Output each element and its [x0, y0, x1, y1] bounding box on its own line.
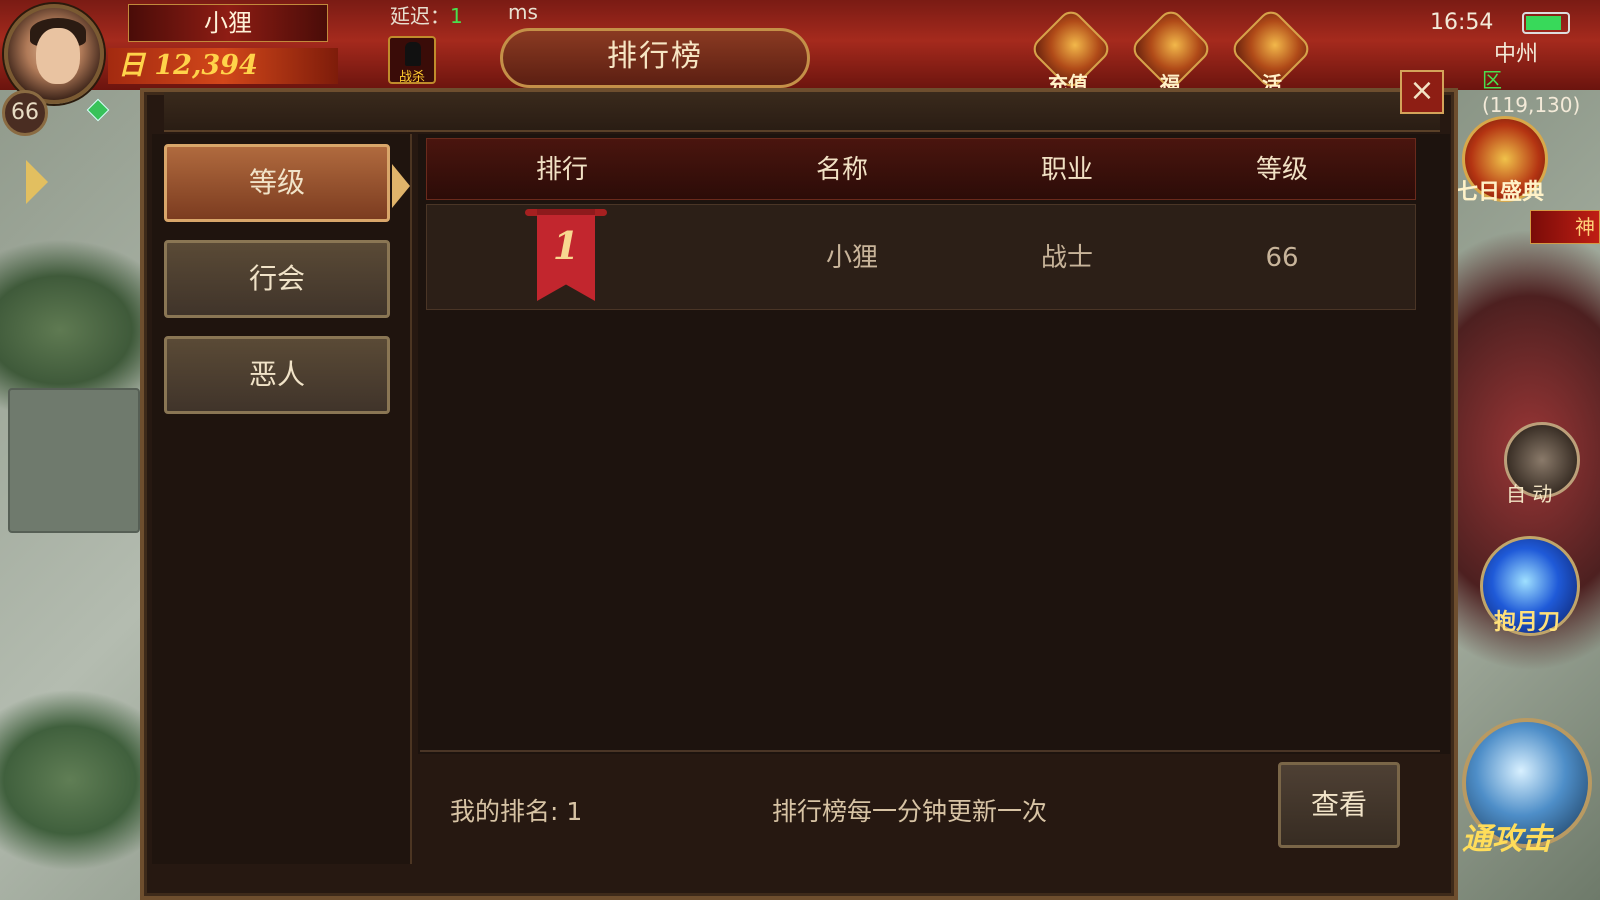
pk-mode-icon[interactable]: 战杀	[388, 36, 436, 85]
latency-value: 1	[450, 4, 463, 28]
map-tile	[8, 388, 140, 533]
column-header-class: 职业	[1040, 155, 1093, 185]
tab-guild[interactable]: 行会	[164, 240, 390, 318]
close-button[interactable]: ×	[1400, 70, 1444, 114]
auto-battle-label: 自 动	[1506, 482, 1553, 506]
dialog-titlebar	[164, 92, 1440, 132]
player-name-cell: 小狸	[825, 243, 878, 273]
column-header-level: 等级	[1255, 155, 1308, 185]
column-header-rank: 排行	[535, 155, 588, 185]
my-rank: 我的排名: 1	[450, 797, 583, 826]
map-zone: 区	[1482, 68, 1502, 92]
latency-label: 延迟：	[390, 4, 450, 28]
seven-day-label: 七日盛典	[1456, 180, 1545, 205]
column-header-name: 名称	[815, 155, 868, 185]
tab-level[interactable]: 等级	[164, 144, 390, 222]
update-note: 排行榜每一分钟更新一次	[772, 797, 1048, 826]
player-class-cell: 战士	[1040, 243, 1093, 273]
rank-value: 1	[552, 223, 580, 268]
latency-unit: ms	[508, 0, 538, 24]
battery-fill	[1526, 16, 1562, 30]
leaderboard-sidebar: 等级 行会 恶人	[152, 134, 412, 864]
player-level-badge: 66	[2, 90, 48, 136]
player-avatar[interactable]	[4, 4, 104, 104]
side-banner[interactable]: 神	[1530, 210, 1600, 244]
basic-attack-label: 通攻击	[1462, 822, 1552, 857]
map-coords-value: (119,130)	[1482, 93, 1581, 117]
table-header: 排行 名称 职业 等级	[426, 138, 1416, 200]
table-row[interactable]: 1 小狸 战士 66	[426, 204, 1416, 310]
active-tab-arrow-icon	[392, 164, 410, 208]
clock: 16:54	[1430, 10, 1494, 35]
gold-value: 日 12,394	[108, 48, 338, 84]
battery-icon	[1522, 12, 1570, 34]
map-coordinates: 区(119,130)	[1482, 64, 1600, 117]
avatar-face	[36, 28, 80, 84]
expand-arrow-icon[interactable]	[26, 160, 48, 204]
player-name: 小狸	[128, 4, 328, 42]
footer-divider	[420, 750, 1440, 752]
view-button[interactable]: 查看	[1278, 762, 1400, 848]
skill-moon-label: 抱月刀	[1494, 610, 1561, 635]
leaderboard-table: 排行 名称 职业 等级 1 小狸 战士 66	[418, 134, 1450, 754]
dialog-title: 排行榜	[500, 28, 810, 88]
latency-readout: 延迟：1	[390, 0, 463, 28]
player-level-cell: 66	[1265, 243, 1299, 273]
tab-villain[interactable]: 恶人	[164, 336, 390, 414]
